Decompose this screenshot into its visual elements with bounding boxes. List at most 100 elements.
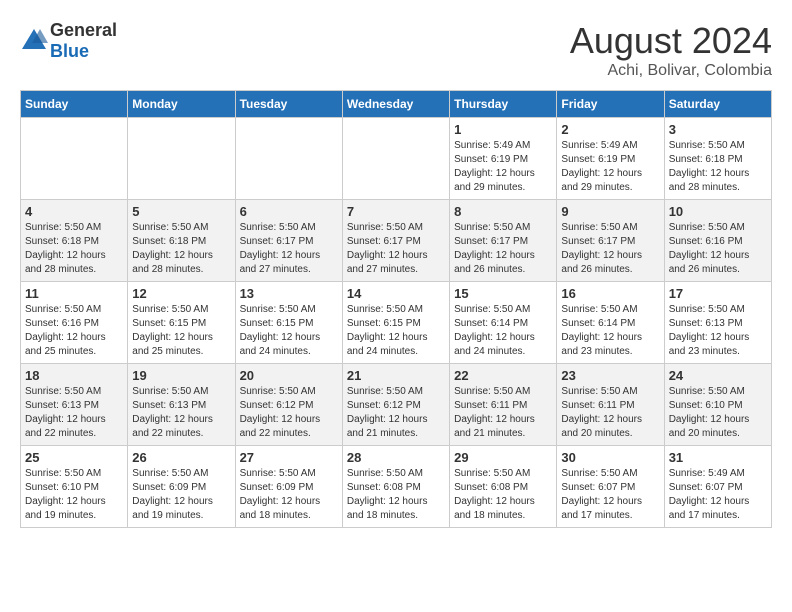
day-cell: 6Sunrise: 5:50 AM Sunset: 6:17 PM Daylig… — [235, 200, 342, 282]
day-info: Sunrise: 5:50 AM Sunset: 6:11 PM Dayligh… — [561, 385, 659, 441]
day-number: 30 — [561, 450, 659, 465]
day-number: 2 — [561, 122, 659, 137]
day-info: Sunrise: 5:50 AM Sunset: 6:15 PM Dayligh… — [347, 303, 445, 359]
day-cell: 11 Sunrise: 5:50 AM Sunset: 6:16 PM Dayli… — [21, 282, 128, 364]
day-cell: 20Sunrise: 5:50 AM Sunset: 6:12 PM Dayli… — [235, 364, 342, 446]
day-number: 6 — [240, 204, 338, 219]
day-info: Sunrise: 5:50 AM Sunset: 6:12 PM Dayligh… — [240, 385, 338, 441]
location-title: Achi, Bolivar, Colombia — [570, 62, 772, 80]
logo-blue: Blue — [50, 41, 89, 61]
day-cell — [342, 118, 449, 200]
day-info: Sunrise: 5:50 AM Sunset: 6:12 PM Dayligh… — [347, 385, 445, 441]
day-number: 5 — [132, 204, 230, 219]
day-info: Sunrise: 5:50 AM Sunset: 6:18 PM Dayligh… — [132, 221, 230, 277]
day-info: Sunrise: 5:50 AM Sunset: 6:13 PM Dayligh… — [132, 385, 230, 441]
day-number: 13 — [240, 286, 338, 301]
day-info: Sunrise: 5:50 AM Sunset: 6:10 PM Dayligh… — [25, 467, 123, 523]
logo-icon — [20, 27, 48, 55]
day-info: Sunrise: 5:50 AM Sunset: 6:18 PM Dayligh… — [25, 221, 123, 277]
day-cell: 3 Sunrise: 5:50 AM Sunset: 6:18 PM Daylig… — [664, 118, 771, 200]
day-cell: 1 Sunrise: 5:49 AM Sunset: 6:19 PM Daylig… — [450, 118, 557, 200]
day-cell: 12Sunrise: 5:50 AM Sunset: 6:15 PM Dayli… — [128, 282, 235, 364]
week-row-5: 25 Sunrise: 5:50 AM Sunset: 6:10 PM Dayli… — [21, 446, 772, 528]
day-number: 24 — [669, 368, 767, 383]
day-info: Sunrise: 5:49 AM Sunset: 6:19 PM Dayligh… — [561, 139, 659, 195]
day-cell: 31 Sunrise: 5:49 AM Sunset: 6:07 PM Dayli… — [664, 446, 771, 528]
day-info: Sunrise: 5:50 AM Sunset: 6:08 PM Dayligh… — [454, 467, 552, 523]
day-info: Sunrise: 5:50 AM Sunset: 6:17 PM Dayligh… — [347, 221, 445, 277]
day-number: 18 — [25, 368, 123, 383]
day-info: Sunrise: 5:49 AM Sunset: 6:07 PM Dayligh… — [669, 467, 767, 523]
day-info: Sunrise: 5:50 AM Sunset: 6:17 PM Dayligh… — [454, 221, 552, 277]
day-info: Sunrise: 5:50 AM Sunset: 6:13 PM Dayligh… — [25, 385, 123, 441]
day-cell: 16Sunrise: 5:50 AM Sunset: 6:14 PM Dayli… — [557, 282, 664, 364]
day-number: 25 — [25, 450, 123, 465]
day-number: 19 — [132, 368, 230, 383]
day-number: 17 — [669, 286, 767, 301]
day-cell: 22 Sunrise: 5:50 AM Sunset: 6:11 PM Dayli… — [450, 364, 557, 446]
weekday-header-saturday: Saturday — [664, 91, 771, 118]
logo: General Blue — [20, 20, 117, 62]
day-cell: 25 Sunrise: 5:50 AM Sunset: 6:10 PM Dayli… — [21, 446, 128, 528]
day-number: 10 — [669, 204, 767, 219]
day-info: Sunrise: 5:50 AM Sunset: 6:13 PM Dayligh… — [669, 303, 767, 359]
day-number: 23 — [561, 368, 659, 383]
day-info: Sunrise: 5:50 AM Sunset: 6:07 PM Dayligh… — [561, 467, 659, 523]
day-number: 31 — [669, 450, 767, 465]
week-row-3: 11 Sunrise: 5:50 AM Sunset: 6:16 PM Dayli… — [21, 282, 772, 364]
calendar-table: SundayMondayTuesdayWednesdayThursdayFrid… — [20, 90, 772, 528]
day-number: 14 — [347, 286, 445, 301]
weekday-header-thursday: Thursday — [450, 91, 557, 118]
day-info: Sunrise: 5:50 AM Sunset: 6:08 PM Dayligh… — [347, 467, 445, 523]
day-cell — [235, 118, 342, 200]
day-cell: 8Sunrise: 5:50 AM Sunset: 6:17 PM Daylig… — [450, 200, 557, 282]
day-info: Sunrise: 5:49 AM Sunset: 6:19 PM Dayligh… — [454, 139, 552, 195]
day-number: 29 — [454, 450, 552, 465]
week-row-1: 1 Sunrise: 5:49 AM Sunset: 6:19 PM Daylig… — [21, 118, 772, 200]
day-info: Sunrise: 5:50 AM Sunset: 6:16 PM Dayligh… — [25, 303, 123, 359]
day-cell: 18 Sunrise: 5:50 AM Sunset: 6:13 PM Dayli… — [21, 364, 128, 446]
weekday-header-tuesday: Tuesday — [235, 91, 342, 118]
day-cell: 28Sunrise: 5:50 AM Sunset: 6:08 PM Dayli… — [342, 446, 449, 528]
weekday-header-wednesday: Wednesday — [342, 91, 449, 118]
day-cell: 5 Sunrise: 5:50 AM Sunset: 6:18 PM Daylig… — [128, 200, 235, 282]
day-cell: 26 Sunrise: 5:50 AM Sunset: 6:09 PM Dayli… — [128, 446, 235, 528]
weekday-header-sunday: Sunday — [21, 91, 128, 118]
week-row-4: 18 Sunrise: 5:50 AM Sunset: 6:13 PM Dayli… — [21, 364, 772, 446]
title-block: August 2024 Achi, Bolivar, Colombia — [570, 20, 772, 80]
day-number: 1 — [454, 122, 552, 137]
day-number: 12 — [132, 286, 230, 301]
day-info: Sunrise: 5:50 AM Sunset: 6:14 PM Dayligh… — [561, 303, 659, 359]
day-number: 27 — [240, 450, 338, 465]
day-number: 3 — [669, 122, 767, 137]
day-number: 4 — [25, 204, 123, 219]
day-cell: 23 Sunrise: 5:50 AM Sunset: 6:11 PM Dayli… — [557, 364, 664, 446]
month-title: August 2024 — [570, 20, 772, 62]
day-cell: 27 Sunrise: 5:50 AM Sunset: 6:09 PM Dayli… — [235, 446, 342, 528]
day-cell: 2 Sunrise: 5:49 AM Sunset: 6:19 PM Daylig… — [557, 118, 664, 200]
day-cell: 30 Sunrise: 5:50 AM Sunset: 6:07 PM Dayli… — [557, 446, 664, 528]
day-cell: 15Sunrise: 5:50 AM Sunset: 6:14 PM Dayli… — [450, 282, 557, 364]
day-cell — [21, 118, 128, 200]
day-info: Sunrise: 5:50 AM Sunset: 6:18 PM Dayligh… — [669, 139, 767, 195]
day-cell: 29 Sunrise: 5:50 AM Sunset: 6:08 PM Dayli… — [450, 446, 557, 528]
day-cell: 4 Sunrise: 5:50 AM Sunset: 6:18 PM Daylig… — [21, 200, 128, 282]
day-number: 9 — [561, 204, 659, 219]
weekday-header-row: SundayMondayTuesdayWednesdayThursdayFrid… — [21, 91, 772, 118]
page-header: General Blue August 2024 Achi, Bolivar, … — [20, 20, 772, 80]
day-info: Sunrise: 5:50 AM Sunset: 6:09 PM Dayligh… — [132, 467, 230, 523]
day-cell: 13Sunrise: 5:50 AM Sunset: 6:15 PM Dayli… — [235, 282, 342, 364]
day-info: Sunrise: 5:50 AM Sunset: 6:17 PM Dayligh… — [561, 221, 659, 277]
day-info: Sunrise: 5:50 AM Sunset: 6:09 PM Dayligh… — [240, 467, 338, 523]
day-cell: 7Sunrise: 5:50 AM Sunset: 6:17 PM Daylig… — [342, 200, 449, 282]
day-number: 22 — [454, 368, 552, 383]
logo-general: General — [50, 20, 117, 40]
day-cell — [128, 118, 235, 200]
day-number: 11 — [25, 286, 123, 301]
day-cell: 17 Sunrise: 5:50 AM Sunset: 6:13 PM Dayli… — [664, 282, 771, 364]
day-info: Sunrise: 5:50 AM Sunset: 6:16 PM Dayligh… — [669, 221, 767, 277]
day-cell: 10 Sunrise: 5:50 AM Sunset: 6:16 PM Dayli… — [664, 200, 771, 282]
day-number: 26 — [132, 450, 230, 465]
day-info: Sunrise: 5:50 AM Sunset: 6:11 PM Dayligh… — [454, 385, 552, 441]
day-cell: 14 Sunrise: 5:50 AM Sunset: 6:15 PM Dayli… — [342, 282, 449, 364]
